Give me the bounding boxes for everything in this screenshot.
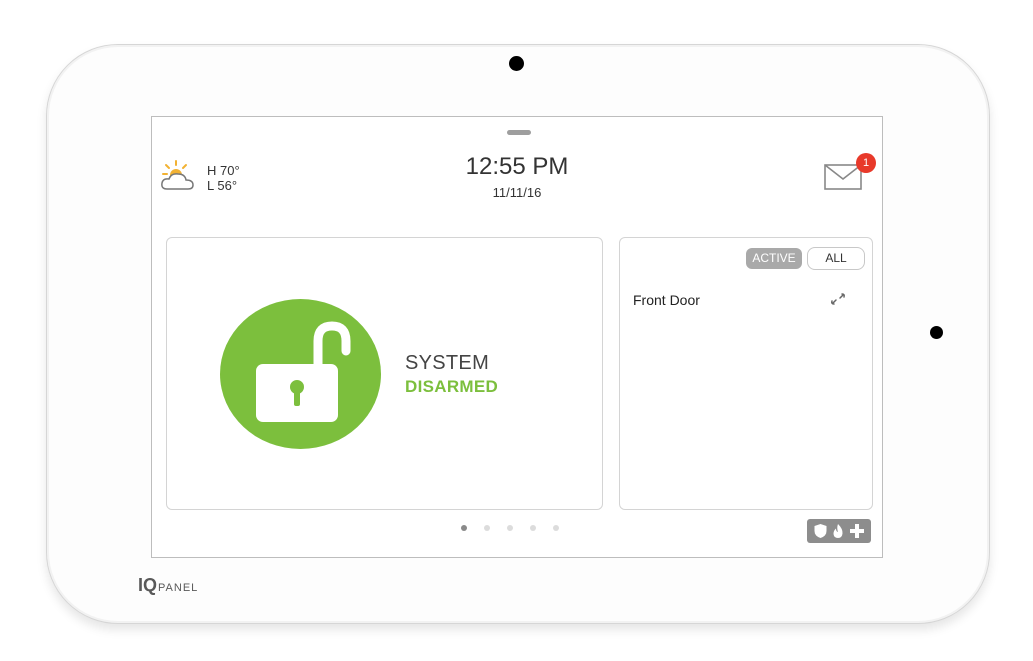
filter-active-button[interactable]: ACTIVE: [746, 248, 802, 269]
page-dot-2[interactable]: [484, 525, 490, 531]
filter-all-button[interactable]: ALL: [807, 247, 865, 270]
shield-icon: [814, 524, 827, 538]
page-dot-3[interactable]: [507, 525, 513, 531]
emergency-button[interactable]: [807, 519, 871, 543]
system-status-card[interactable]: SYSTEM DISARMED: [166, 237, 603, 510]
clock-date: 11/11/16: [492, 185, 542, 200]
message-count-badge: 1: [856, 153, 876, 173]
camera-lens: [509, 56, 524, 71]
unlocked-padlock-icon: [256, 321, 351, 422]
page-indicator[interactable]: [461, 525, 559, 531]
fire-icon: [833, 524, 843, 538]
page-dot-1[interactable]: [461, 525, 467, 531]
page-dot-4[interactable]: [530, 525, 536, 531]
disarmed-label: DISARMED: [405, 377, 499, 396]
open-link-icon: [831, 293, 845, 305]
clock-time: 12:55 PM: [465, 153, 569, 180]
arm-status-button[interactable]: [220, 299, 381, 449]
iq-panel-logo: IQPANEL: [138, 575, 199, 595]
system-label: SYSTEM: [405, 352, 490, 374]
touch-screen: H 70° L 56° 12:55 PM 11/11/16 1 SYSTEM D…: [151, 116, 883, 558]
proximity-sensor: [930, 326, 943, 339]
pull-down-handle[interactable]: [507, 130, 531, 135]
sensor-list-card: ACTIVE ALL Front Door: [619, 237, 873, 510]
sensor-item-front-door[interactable]: Front Door: [633, 292, 700, 308]
medical-cross-icon: [850, 524, 864, 538]
page-dot-5[interactable]: [553, 525, 559, 531]
